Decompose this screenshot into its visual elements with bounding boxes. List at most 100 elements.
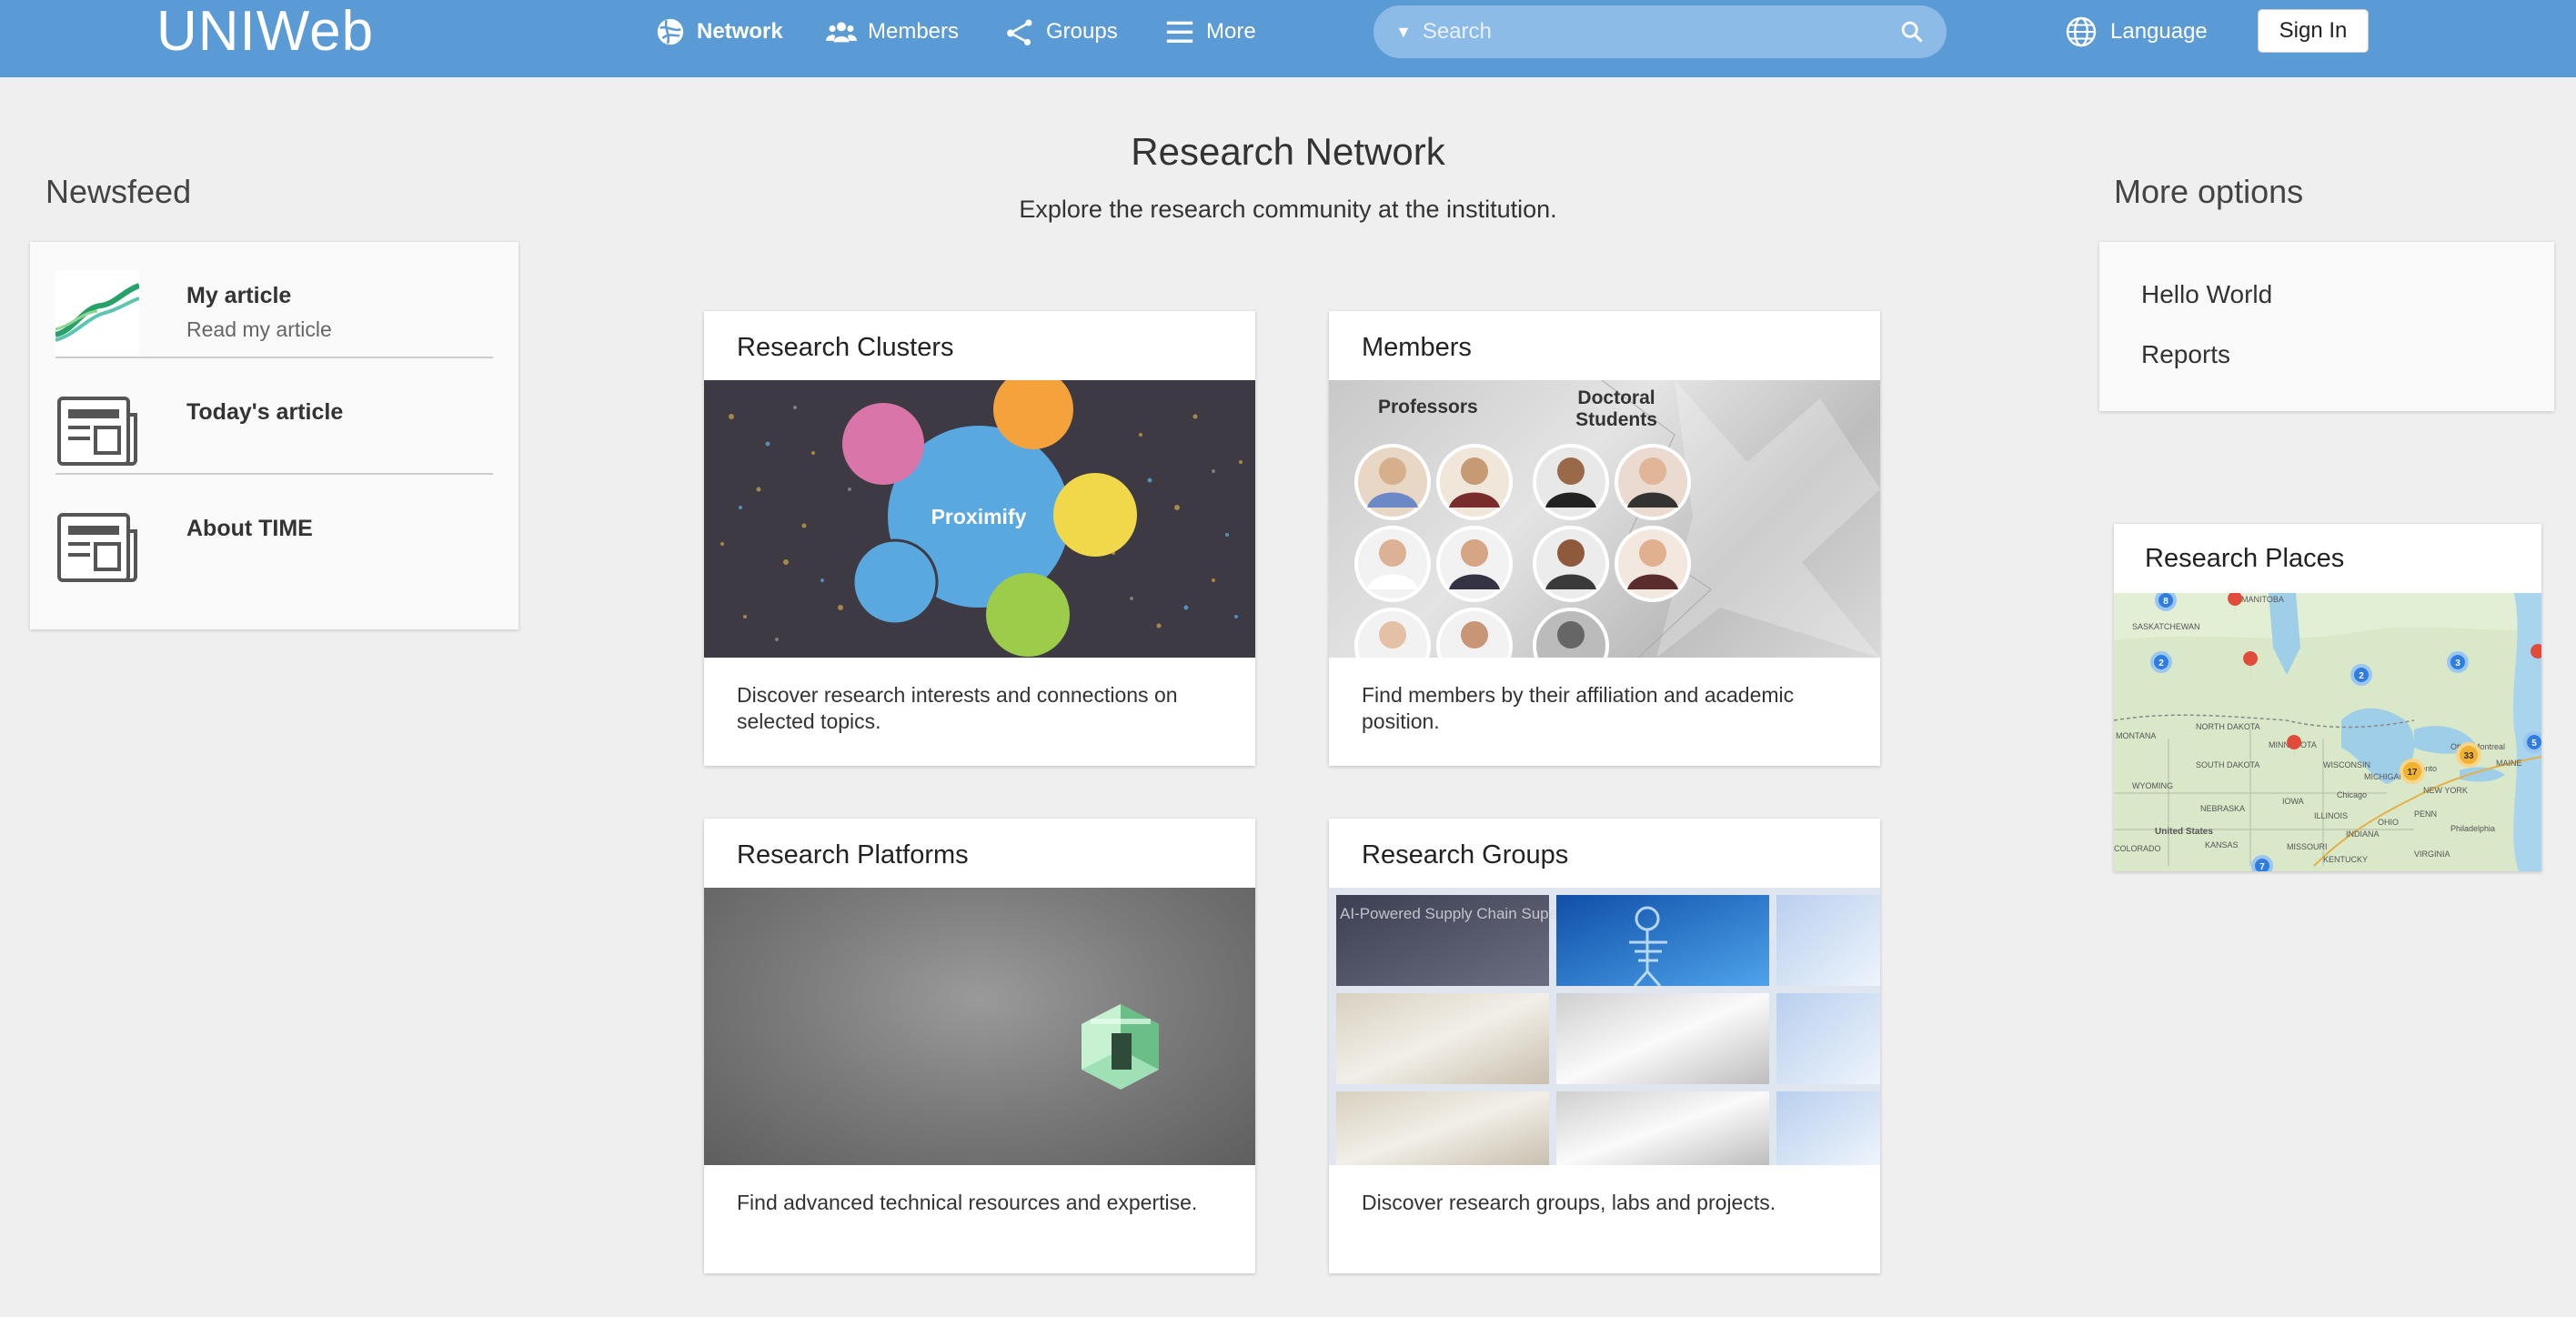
- language-label: Language: [2110, 19, 2208, 44]
- map-svg: SASKATCHEWAN MANITOBA NORTH DAKOTA MONTA…: [2114, 593, 2541, 871]
- svg-text:33: 33: [2463, 751, 2474, 761]
- newsfeed-panel: My article Read my article Today's artic…: [30, 242, 518, 629]
- nav-groups[interactable]: Groups: [1004, 0, 1118, 64]
- svg-text:17: 17: [2407, 768, 2418, 778]
- nav-network-label: Network: [697, 19, 783, 44]
- members-image: Professors Doctoral Students: [1329, 380, 1880, 658]
- map-label: MAINE: [2496, 759, 2522, 768]
- card-members[interactable]: Members Professors Doctoral Students Fin…: [1329, 311, 1880, 766]
- map-label: KENTUCKY: [2323, 855, 2368, 864]
- news-item-subtitle: Read my article: [186, 317, 332, 341]
- news-item-title[interactable]: Today's article: [186, 399, 343, 426]
- news-item-title[interactable]: About TIME: [186, 516, 313, 542]
- card-description: Find members by their affiliation and ac…: [1362, 683, 1795, 733]
- map-label: Philadelphia: [2450, 824, 2495, 833]
- member-avatars: [1354, 444, 1691, 658]
- map-label: COLORADO: [2114, 844, 2161, 853]
- nav-members-label: Members: [868, 19, 960, 44]
- uniweb-logo[interactable]: UNIWeb: [156, 0, 374, 64]
- group-tile[interactable]: [1336, 993, 1549, 1084]
- map-label: SASKATCHEWAN: [2132, 622, 2200, 631]
- more-options-panel: Hello World Reports: [2099, 242, 2554, 411]
- newsfeed-heading: Newsfeed: [45, 173, 192, 210]
- map-label: ILLINOIS: [2314, 811, 2348, 820]
- group-tile[interactable]: [1556, 1091, 1769, 1165]
- group-tile[interactable]: [1776, 895, 1880, 986]
- map-label: VIRGINIA: [2414, 850, 2450, 859]
- proximify-label: Proximify: [931, 505, 1027, 528]
- globe-network-icon: [657, 18, 684, 45]
- option-reports[interactable]: Reports: [2141, 340, 2554, 400]
- card-research-places[interactable]: Research Places SASKATCHEWAN MANITOBA NO…: [2114, 524, 2541, 871]
- news-item-title[interactable]: My article: [186, 283, 291, 309]
- nav-members[interactable]: Members: [826, 0, 959, 64]
- map-label: MISSOURI: [2287, 842, 2328, 851]
- map-label: NEW YORK: [2423, 786, 2468, 795]
- news-item[interactable]: My article Read my article: [55, 242, 493, 358]
- card-description: Discover research interests and connecti…: [737, 683, 1178, 733]
- research-platforms-image: [704, 888, 1255, 1165]
- map-label: NEBRASKA: [2200, 804, 2245, 813]
- svg-text:2: 2: [2359, 671, 2364, 681]
- group-tile-skeleton[interactable]: [1556, 895, 1769, 986]
- group-tile[interactable]: [1776, 1091, 1880, 1165]
- map-label: PENN: [2414, 809, 2437, 819]
- group-tile[interactable]: [1336, 1091, 1549, 1165]
- nav-groups-label: Groups: [1046, 19, 1118, 44]
- map-label: OHIO: [2378, 818, 2399, 827]
- card-title[interactable]: Research Clusters: [737, 333, 954, 363]
- search-bar[interactable]: ▼: [1374, 5, 1947, 58]
- news-item[interactable]: About TIME: [55, 475, 493, 591]
- language-selector[interactable]: Language: [2065, 0, 2208, 64]
- map-label: Chicago: [2337, 790, 2367, 799]
- group-tile[interactable]: [1776, 993, 1880, 1084]
- hamburger-menu-icon: [1166, 21, 1193, 43]
- map-label: SOUTH DAKOTA: [2196, 760, 2259, 769]
- nav-network[interactable]: Network: [655, 0, 783, 64]
- search-icon[interactable]: [1899, 19, 1925, 45]
- map-label: INDIANA: [2346, 829, 2380, 839]
- news-item[interactable]: Today's article: [55, 358, 493, 475]
- newspaper-icon: [57, 397, 137, 466]
- map-label: IOWA: [2282, 797, 2304, 806]
- card-title[interactable]: Research Platforms: [737, 840, 969, 870]
- map-label: United States: [2155, 827, 2213, 837]
- map-label: WISCONSIN: [2323, 760, 2370, 769]
- members-icon: [826, 22, 857, 43]
- svg-text:3: 3: [2455, 658, 2460, 669]
- card-description: Discover research groups, labs and proje…: [1362, 1191, 1776, 1214]
- card-research-groups[interactable]: Research Groups AI-Powered Supply Chain …: [1329, 819, 1880, 1273]
- sign-in-button[interactable]: Sign In: [2258, 9, 2369, 53]
- search-input[interactable]: [1422, 19, 1899, 45]
- more-options-heading: More options: [2114, 173, 2304, 210]
- card-title[interactable]: Research Groups: [1362, 840, 1568, 870]
- research-places-map[interactable]: SASKATCHEWAN MANITOBA NORTH DAKOTA MONTA…: [2114, 593, 2541, 871]
- newspaper-icon: [57, 513, 137, 582]
- map-label: MONTANA: [2116, 731, 2156, 740]
- map-label: NORTH DAKOTA: [2196, 722, 2260, 731]
- card-title[interactable]: Members: [1362, 333, 1472, 363]
- svg-text:8: 8: [2163, 597, 2168, 607]
- map-label: WYOMING: [2132, 781, 2173, 790]
- map-label: MICHIGAN: [2364, 772, 2405, 781]
- map-label: KANSAS: [2205, 840, 2239, 850]
- option-hello-world[interactable]: Hello World: [2141, 280, 2554, 340]
- group-tile[interactable]: [1556, 993, 1769, 1084]
- server-cube-graphic: [1082, 1004, 1159, 1090]
- nav-more[interactable]: More: [1164, 0, 1256, 64]
- page-title: Research Network: [1131, 130, 1445, 173]
- search-scope-caret-icon[interactable]: ▼: [1395, 23, 1412, 42]
- card-research-platforms[interactable]: Research Platforms Find advanced technic…: [704, 819, 1255, 1273]
- article-thumbnail-image: [55, 271, 139, 355]
- globe-icon: [2066, 16, 2097, 47]
- research-clusters-image: Proximify: [704, 380, 1255, 658]
- card-research-clusters[interactable]: Research Clusters Proximify Discover res…: [704, 311, 1255, 766]
- svg-text:2: 2: [2158, 658, 2164, 669]
- svg-text:5: 5: [2531, 739, 2537, 749]
- map-label: MANITOBA: [2241, 595, 2284, 604]
- card-description: Find advanced technical resources and ex…: [737, 1191, 1198, 1214]
- svg-text:7: 7: [2259, 862, 2265, 871]
- card-title[interactable]: Research Places: [2145, 544, 2344, 574]
- research-groups-image: AI-Powered Supply Chain Supercluster: [1329, 888, 1880, 1165]
- nav-more-label: More: [1206, 19, 1256, 44]
